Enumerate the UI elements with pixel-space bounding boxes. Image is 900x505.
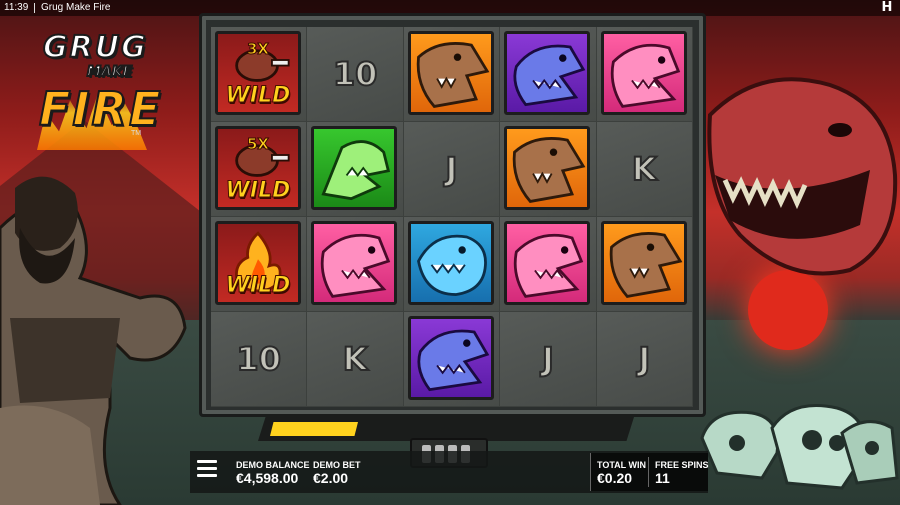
logo-word-3: FIRE [38, 81, 163, 137]
bet-value: €2.00 [313, 470, 349, 486]
green-dino-icon [321, 140, 391, 201]
letter-symbol: K [631, 149, 658, 189]
trademark: TM [131, 130, 142, 137]
app-title: Grug Make Fire [41, 2, 111, 13]
dino-symbol [600, 221, 687, 305]
reel-cell: K [307, 312, 404, 407]
game-logo: GRUG MAKE FIRE TM [35, 28, 161, 156]
brown-beast-icon [609, 232, 683, 298]
hacksaw-logo-icon[interactable]: H [880, 1, 894, 15]
reel-cell: 10 [307, 27, 404, 122]
reel-cell [403, 27, 501, 122]
reel-cell: 3X WILD [211, 27, 308, 122]
wild-label: WILD [225, 83, 291, 109]
balance-value: €4,598.00 [236, 470, 299, 486]
reel-cell: J [403, 122, 501, 217]
menu-button[interactable] [197, 460, 217, 478]
skulls-icon [700, 404, 899, 490]
letter-symbol: 10 [235, 339, 282, 379]
wild-label: WILD [225, 273, 291, 299]
reel-cell [403, 312, 501, 407]
purple-dino-icon [417, 329, 490, 392]
letter-symbol: J [541, 339, 555, 379]
wild-symbol: 5X WILD [215, 126, 301, 210]
reel-cell: J [596, 312, 693, 407]
reel-cell [403, 217, 501, 312]
logo-word-2: MAKE [86, 63, 133, 81]
divider [34, 3, 35, 13]
letter-symbol: J [445, 149, 459, 189]
reel-cell [500, 122, 597, 217]
total-win-label: TOTAL WIN [597, 460, 646, 470]
brown-beast-icon [512, 137, 586, 203]
brown-beast-icon [416, 42, 490, 108]
hamburger-icon [197, 460, 217, 463]
letter-symbol: K [342, 339, 369, 379]
pink-trex-icon [610, 43, 680, 108]
caveman-character-icon [0, 176, 187, 505]
dino-symbol [407, 31, 494, 115]
bet-label: DEMO BET [313, 460, 361, 470]
dino-symbol [504, 31, 591, 115]
dino-symbol [407, 316, 494, 400]
wild-symbol: WILD [215, 221, 301, 305]
wild-multiplier: 5X [246, 135, 269, 154]
wild-label: WILD [225, 178, 291, 204]
wild-symbol: 3X WILD [215, 31, 301, 115]
letter-symbol: 10 [332, 54, 379, 94]
dino-symbol [504, 221, 591, 305]
reel-cell: J [500, 312, 597, 407]
reel-cell [307, 122, 404, 217]
free-spins-value: 11 [655, 470, 670, 486]
reel-cell [500, 27, 597, 122]
pink-trex-icon [321, 233, 391, 298]
balance-label: DEMO BALANCE [236, 460, 310, 470]
dino-symbol [407, 221, 494, 305]
clock: 11:39 [4, 2, 29, 13]
pink-trex-icon [513, 233, 584, 298]
reel-cell [500, 217, 597, 312]
letter-symbol: J [637, 339, 651, 379]
dino-symbol [311, 221, 398, 305]
dino-symbol [311, 126, 398, 210]
reel-grid: 3X WILD 10 5X WILD J K WILD 10 K J J [211, 27, 693, 407]
logo-word-1: GRUG [42, 29, 148, 66]
dino-symbol [600, 31, 687, 115]
background-dino-icon [707, 77, 898, 276]
reel-cell: WILD [211, 217, 308, 312]
blue-fish-icon [416, 234, 487, 296]
reel-cell: 5X WILD [211, 122, 308, 217]
reel-cell: K [596, 122, 693, 217]
reel-cell: 10 [211, 312, 308, 407]
wild-multiplier: 3X [246, 40, 269, 59]
reel-cell [596, 27, 693, 122]
free-spins-label: FREE SPINS [655, 460, 709, 470]
reel-cell [307, 217, 404, 312]
total-win-value: €0.20 [597, 470, 633, 486]
purple-dino-icon [513, 44, 586, 107]
reel-cell [596, 217, 693, 312]
dino-symbol [504, 126, 591, 210]
progress-fill [270, 422, 358, 436]
